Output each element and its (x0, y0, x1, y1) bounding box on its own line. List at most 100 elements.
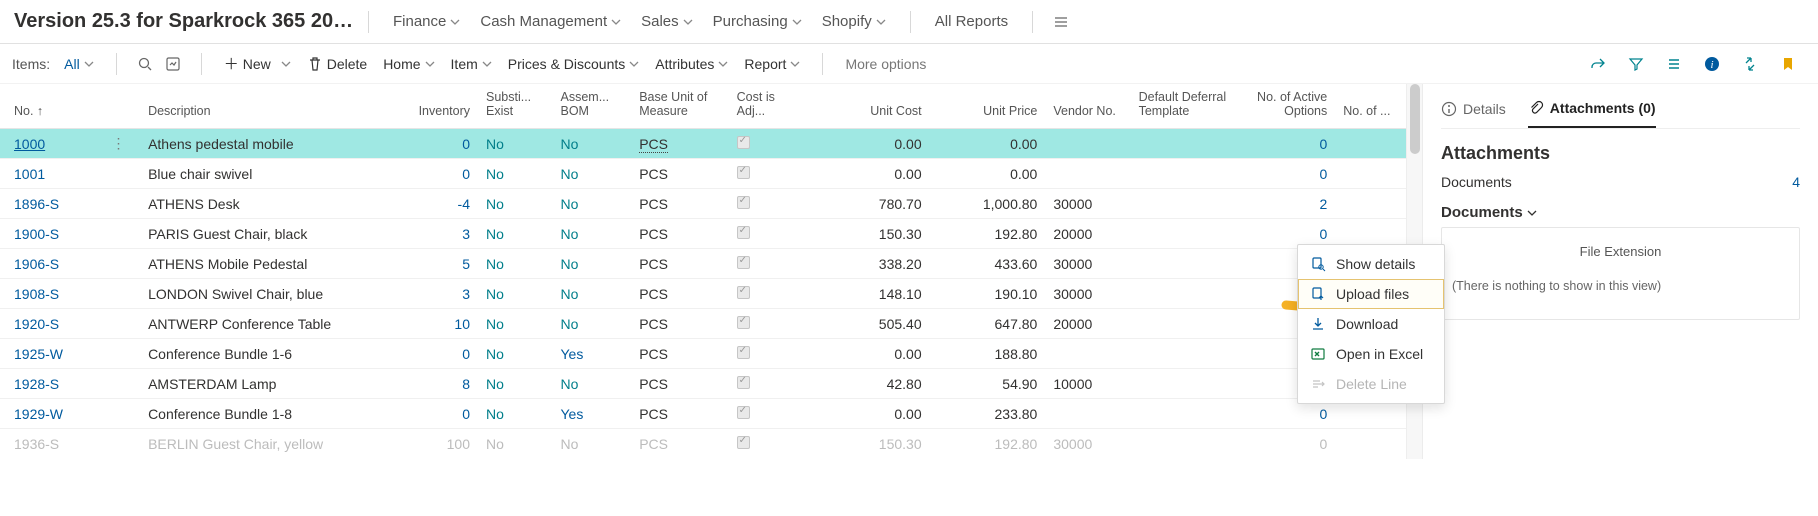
cell-substitute[interactable]: No (478, 309, 553, 339)
cell-no[interactable]: 1936-S (0, 429, 104, 459)
col-active-options[interactable]: No. of Active Options (1238, 84, 1335, 129)
bookmark-icon[interactable] (1774, 50, 1802, 78)
col-vendor-no[interactable]: Vendor No. (1045, 84, 1130, 129)
analysis-icon[interactable] (159, 50, 187, 78)
cell-inventory[interactable]: 3 (396, 279, 478, 309)
delete-button[interactable]: Delete (299, 56, 375, 72)
ctx-download[interactable]: Download (1298, 309, 1444, 339)
cell-substitute[interactable]: No (478, 219, 553, 249)
cell-substitute[interactable]: No (478, 279, 553, 309)
table-row[interactable]: 1000⋮Athens pedestal mobile0NoNoPCS0.000… (0, 129, 1406, 159)
nav-purchasing[interactable]: Purchasing (703, 13, 812, 30)
row-menu-icon[interactable] (104, 369, 141, 399)
ctx-upload-files[interactable]: Upload files (1298, 279, 1444, 309)
more-options[interactable]: More options (837, 56, 934, 72)
cell-no[interactable]: 1896-S (0, 189, 104, 219)
cell-assembly-bom[interactable]: No (553, 159, 632, 189)
menu-report[interactable]: Report (736, 56, 808, 72)
list-view-icon[interactable] (1660, 50, 1688, 78)
table-row[interactable]: 1001Blue chair swivel0NoNoPCS0.000.000 (0, 159, 1406, 189)
cell-assembly-bom[interactable]: No (553, 249, 632, 279)
cell-inventory[interactable]: 0 (396, 129, 478, 159)
cell-no[interactable]: 1001 (0, 159, 104, 189)
cell-inventory[interactable]: 0 (396, 159, 478, 189)
col-file-extension[interactable]: File Extension (1452, 238, 1789, 273)
col-unit-cost[interactable]: Unit Cost (796, 84, 930, 129)
cell-assembly-bom[interactable]: No (553, 309, 632, 339)
cell-active-options[interactable]: 0 (1238, 159, 1335, 189)
cell-no[interactable]: 1906-S (0, 249, 104, 279)
row-menu-icon[interactable]: ⋮ (104, 129, 141, 159)
row-menu-icon[interactable] (104, 279, 141, 309)
table-row[interactable]: 1900-SPARIS Guest Chair, black3NoNoPCS15… (0, 219, 1406, 249)
cell-active-options[interactable]: 2 (1238, 189, 1335, 219)
funnel-filter-icon[interactable] (1622, 50, 1650, 78)
col-base-uom[interactable]: Base Unit of Measure (631, 84, 728, 129)
menu-prices[interactable]: Prices & Discounts (500, 56, 647, 72)
cell-substitute[interactable]: No (478, 369, 553, 399)
cell-assembly-bom[interactable]: Yes (553, 399, 632, 429)
col-no[interactable]: No. ↑ (0, 84, 104, 129)
cell-substitute[interactable]: No (478, 429, 553, 459)
row-menu-icon[interactable] (104, 429, 141, 459)
cell-assembly-bom[interactable]: No (553, 369, 632, 399)
search-icon[interactable] (131, 50, 159, 78)
cell-substitute[interactable]: No (478, 189, 553, 219)
table-row[interactable]: 1936-SBERLIN Guest Chair, yellow100NoNoP… (0, 429, 1406, 459)
col-substitute-exist[interactable]: Substi... Exist (478, 84, 553, 129)
cell-active-options[interactable]: 0 (1238, 129, 1335, 159)
row-menu-icon[interactable] (104, 189, 141, 219)
cell-no[interactable]: 1900-S (0, 219, 104, 249)
tab-attachments[interactable]: Attachments (0) (1528, 96, 1656, 128)
cell-no[interactable]: 1908-S (0, 279, 104, 309)
new-button[interactable]: ＋New (216, 53, 299, 74)
table-row[interactable]: 1896-SATHENS Desk-4NoNoPCS780.701,000.80… (0, 189, 1406, 219)
cell-no[interactable]: 1920-S (0, 309, 104, 339)
menu-item[interactable]: Item (443, 56, 500, 72)
info-icon[interactable]: i (1698, 50, 1726, 78)
row-menu-icon[interactable] (104, 309, 141, 339)
filter-all[interactable]: All (56, 56, 102, 72)
cell-inventory[interactable]: 5 (396, 249, 478, 279)
collapse-icon[interactable] (1736, 50, 1764, 78)
nav-sales[interactable]: Sales (631, 13, 703, 30)
cell-inventory[interactable]: 10 (396, 309, 478, 339)
cell-substitute[interactable]: No (478, 159, 553, 189)
col-description[interactable]: Description (140, 84, 396, 129)
table-row[interactable]: 1920-SANTWERP Conference Table10NoNoPCS5… (0, 309, 1406, 339)
row-menu-icon[interactable] (104, 249, 141, 279)
cell-no[interactable]: 1929-W (0, 399, 104, 429)
cell-assembly-bom[interactable]: Yes (553, 339, 632, 369)
cell-assembly-bom[interactable]: No (553, 429, 632, 459)
cell-inventory[interactable]: 3 (396, 219, 478, 249)
col-extra[interactable]: No. of ... (1335, 84, 1406, 129)
cell-assembly-bom[interactable]: No (553, 279, 632, 309)
share-icon[interactable] (1584, 50, 1612, 78)
nav-cash-management[interactable]: Cash Management (470, 13, 631, 30)
cell-inventory[interactable]: 8 (396, 369, 478, 399)
ctx-open-excel[interactable]: Open in Excel (1298, 339, 1444, 369)
col-deferral-template[interactable]: Default Deferral Template (1131, 84, 1238, 129)
row-menu-icon[interactable] (104, 339, 141, 369)
hamburger-icon[interactable] (1047, 8, 1075, 36)
col-unit-price[interactable]: Unit Price (930, 84, 1046, 129)
cell-no[interactable]: 1928-S (0, 369, 104, 399)
col-assembly-bom[interactable]: Assem... BOM (553, 84, 632, 129)
section-documents[interactable]: Documents (1441, 204, 1800, 221)
col-cost-adjusted[interactable]: Cost is Adj... (729, 84, 796, 129)
cell-active-options[interactable]: 0 (1238, 429, 1335, 459)
cell-inventory[interactable]: 100 (396, 429, 478, 459)
cell-substitute[interactable]: No (478, 249, 553, 279)
cell-assembly-bom[interactable]: No (553, 219, 632, 249)
table-row[interactable]: 1925-WConference Bundle 1-60NoYesPCS0.00… (0, 339, 1406, 369)
row-menu-icon[interactable] (104, 219, 141, 249)
col-inventory[interactable]: Inventory (396, 84, 478, 129)
table-row[interactable]: 1906-SATHENS Mobile Pedestal5NoNoPCS338.… (0, 249, 1406, 279)
scroll-thumb[interactable] (1410, 84, 1420, 154)
cell-no[interactable]: 1000 (0, 129, 104, 159)
cell-substitute[interactable]: No (478, 129, 553, 159)
cell-assembly-bom[interactable]: No (553, 189, 632, 219)
cell-inventory[interactable]: 0 (396, 339, 478, 369)
ctx-show-details[interactable]: Show details (1298, 249, 1444, 279)
cell-substitute[interactable]: No (478, 399, 553, 429)
